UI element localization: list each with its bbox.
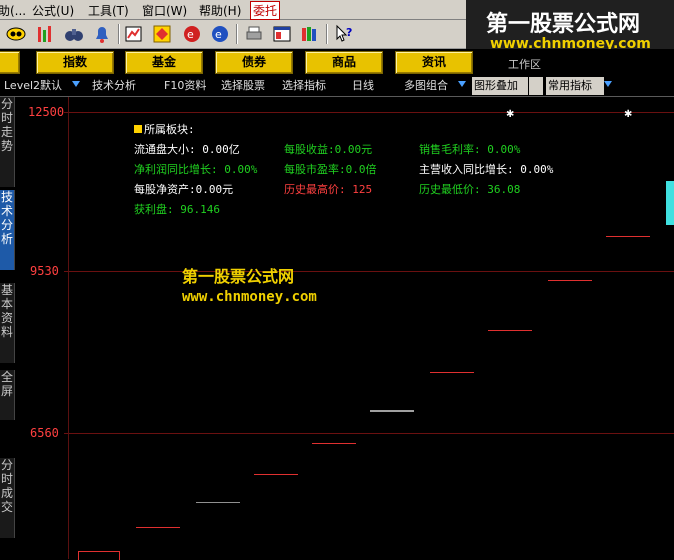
tab-row: Level2默认 技术分析 F10资料 选择股票 选择指标 日线 多图组合 图形… (0, 58, 674, 97)
candle (548, 280, 592, 281)
chart-edit-icon[interactable] (124, 24, 144, 44)
vtab-tech-analysis[interactable]: 技术分析 (0, 190, 15, 270)
chevron-down-icon[interactable] (604, 81, 612, 87)
candle (370, 410, 414, 412)
tab-select-stock[interactable]: 选择股票 (221, 77, 273, 95)
price-label-high: 12500 (28, 105, 65, 119)
tab-daily[interactable]: 日线 (352, 77, 380, 95)
chart-watermark-site-name: 第一股票公式网 (182, 267, 295, 286)
info-gross-margin: 销售毛利率: 0.00% (419, 143, 521, 156)
tab-multi-chart[interactable]: 多图组合 (404, 77, 454, 95)
toolbar-separator (118, 24, 120, 44)
candle (254, 474, 298, 475)
vtab-label: 分时成交 (0, 458, 13, 514)
info-sector: 所属板块: (134, 121, 195, 137)
info-eps: 每股收益:0.00元 (284, 143, 373, 156)
help-cursor-icon[interactable]: ? (334, 24, 354, 44)
candle (430, 372, 474, 373)
function-button-row: 指数 基金 债券 商品 资讯 (0, 49, 674, 74)
fund-button[interactable]: 基金 (125, 51, 203, 74)
kline-chart[interactable]: 12500 9530 6560 ✱ ✱ 所属板块: 流通盘大小: 0.00亿 每… (14, 97, 674, 560)
candle (488, 330, 532, 331)
index-button[interactable]: 指数 (36, 51, 114, 74)
tab-tech-analysis[interactable]: 技术分析 (92, 77, 142, 95)
menu-item-partial[interactable]: 帮助(... (0, 2, 26, 19)
svg-text:e: e (215, 28, 222, 41)
candle (606, 236, 650, 237)
candle (196, 502, 240, 503)
info-float-size: 流通盘大小: 0.00亿 (134, 143, 240, 156)
grid-line (64, 112, 674, 113)
vtab-label: 分时走势 (0, 97, 13, 153)
vtab-label: 基本资料 (0, 283, 13, 339)
axis-line (68, 97, 69, 559)
info-hist-low: 历史最低价: 36.08 (419, 183, 521, 196)
marker-icon: ✱ (624, 109, 633, 120)
info-profit-ratio: 获利盘: 96.146 (134, 203, 220, 216)
eye-icon[interactable] (6, 24, 26, 44)
tab-f10[interactable]: F10资料 (164, 77, 212, 95)
alarm-bell-icon[interactable] (92, 24, 112, 44)
toolbar-separator (236, 24, 238, 44)
square-icon (134, 125, 142, 133)
chevron-down-icon[interactable] (72, 81, 80, 87)
news-button[interactable]: 资讯 (395, 51, 473, 74)
tab-workspace[interactable]: 工作区 (508, 56, 541, 74)
tab-level2[interactable]: Level2默认 (4, 77, 66, 95)
watermark-site-name: 第一股票公式网 (486, 12, 641, 37)
scroll-indicator[interactable] (666, 181, 674, 225)
svg-text:?: ? (346, 26, 352, 39)
bars-icon[interactable] (36, 24, 56, 44)
bond-button[interactable]: 债券 (215, 51, 293, 74)
print-icon[interactable] (244, 24, 264, 44)
tab-select-indicator[interactable]: 选择指标 (282, 77, 334, 95)
chevron-down-icon[interactable] (458, 81, 466, 87)
grid-line (64, 433, 674, 434)
svg-text:e: e (187, 28, 194, 41)
diamond-icon[interactable] (152, 24, 172, 44)
red-logo-icon[interactable]: e (182, 24, 202, 44)
toolbar-separator (326, 24, 328, 44)
blue-logo-icon[interactable]: e (210, 24, 230, 44)
binoculars-icon[interactable] (64, 24, 84, 44)
candle (136, 527, 180, 528)
function-button-partial[interactable] (0, 51, 20, 74)
menu-item-window[interactable]: 窗口(W) (142, 2, 187, 19)
menu-item-formula[interactable]: 公式(U) (32, 2, 74, 19)
vtab-basic-info[interactable]: 基本资料 (0, 283, 15, 363)
tab-overlay[interactable]: 图形叠加 (472, 77, 528, 95)
price-label-low: 6560 (30, 426, 59, 440)
marker-icon: ✱ (506, 109, 515, 120)
books-icon[interactable] (300, 24, 320, 44)
price-label-mid: 9530 (30, 264, 59, 278)
menu-item-help[interactable]: 帮助(H) (199, 2, 241, 19)
vtab-tick-trades[interactable]: 分时成交 (0, 458, 15, 538)
tab-common-indicator[interactable]: 常用指标 (546, 77, 604, 95)
vtab-label: 全屏 (0, 370, 13, 398)
candle (312, 443, 356, 444)
vtab-fullscreen[interactable]: 全屏 (0, 370, 15, 420)
grid-line (64, 271, 674, 272)
chart-watermark-url: www.chnmoney.com (182, 289, 317, 305)
info-nav: 每股净资产:0.00元 (134, 183, 234, 196)
info-pe: 每股市盈率:0.0倍 (284, 163, 377, 176)
commodity-button[interactable]: 商品 (305, 51, 383, 74)
info-revenue-yoy: 主营收入同比增长: 0.00% (419, 163, 554, 176)
info-net-profit-yoy: 净利润同比增长: 0.00% (134, 163, 258, 176)
menu-item-trade[interactable]: 委托 (250, 1, 281, 20)
vtab-label: 技术分析 (0, 190, 13, 246)
overlay-toggle-icon[interactable] (529, 77, 543, 95)
info-hist-high: 历史最高价: 125 (284, 183, 373, 196)
menu-item-tools[interactable]: 工具(T) (88, 2, 129, 19)
window-layout-icon[interactable] (272, 24, 292, 44)
vtab-intraday[interactable]: 分时走势 (0, 97, 15, 187)
